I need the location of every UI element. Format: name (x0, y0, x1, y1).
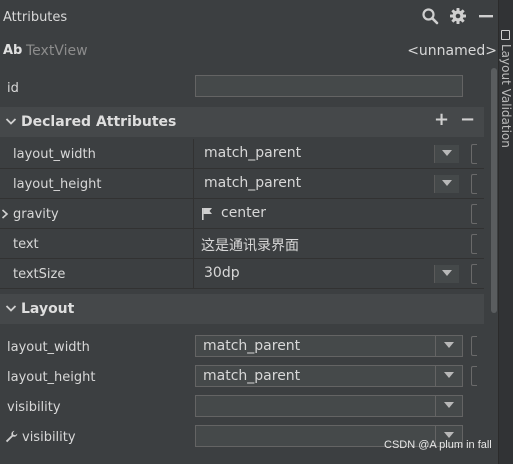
attr-value[interactable]: match_parent (204, 175, 301, 191)
dropdown-arrow-button[interactable] (434, 265, 459, 283)
remove-attribute-button[interactable]: − (460, 111, 475, 129)
resource-picker-button[interactable] (471, 144, 477, 164)
panel-title-bar: Attributes (0, 0, 498, 34)
attr-label: text (13, 237, 39, 252)
attr-label: layout_width (13, 147, 96, 162)
panel-title: Attributes (3, 10, 68, 25)
chevron-down-icon (444, 372, 454, 378)
attr-label: visibility (7, 400, 61, 415)
chevron-down-icon (444, 402, 454, 408)
resource-picker-button[interactable] (471, 204, 477, 224)
attr-label: layout_height (7, 370, 96, 385)
attr-label: gravity (13, 207, 59, 222)
watermark: CSDN @A plum in fall (384, 439, 492, 451)
layout-validation-tab[interactable]: Layout Validation (498, 0, 513, 464)
panel-scrollbar[interactable] (490, 68, 498, 464)
search-icon[interactable] (421, 7, 439, 25)
combo-value: match_parent (203, 368, 301, 384)
chevron-down-icon[interactable] (5, 115, 17, 127)
wrench-icon (5, 430, 18, 443)
layout-validation-label: Layout Validation (499, 44, 513, 148)
resource-picker-button[interactable] (471, 366, 477, 386)
attr-value[interactable]: 这是通讯录界面 (201, 235, 299, 255)
attr-label: layout_width (7, 340, 90, 355)
declared-attributes-title: Declared Attributes (21, 114, 177, 130)
chevron-down-icon[interactable] (5, 302, 17, 314)
layout-row-visibility: visibility (0, 392, 484, 422)
widget-type: TextView (26, 43, 88, 59)
chevron-down-icon (444, 342, 454, 348)
dropdown-arrow-button[interactable] (434, 145, 459, 163)
dropdown-arrow-button[interactable] (435, 396, 462, 416)
declared-row-layout-height[interactable]: layout_height match_parent (0, 169, 484, 199)
visibility-combo[interactable] (195, 395, 463, 417)
resource-picker-button[interactable] (471, 234, 477, 254)
chevron-down-icon (442, 150, 452, 156)
layout-width-combo[interactable]: match_parent (195, 335, 463, 357)
chevron-right-icon[interactable] (1, 209, 9, 219)
attr-label: layout_height (13, 177, 102, 192)
layout-validation-icon (501, 30, 510, 40)
declared-row-textsize[interactable]: textSize 30dp (0, 259, 484, 289)
declared-row-layout-width[interactable]: layout_width match_parent (0, 139, 484, 169)
resource-picker-button[interactable] (471, 264, 477, 284)
id-label: id (7, 81, 19, 96)
layout-height-combo[interactable]: match_parent (195, 365, 463, 387)
resource-picker-button[interactable] (471, 336, 477, 356)
id-row: id (0, 72, 490, 104)
dropdown-arrow-button[interactable] (435, 336, 462, 356)
widget-info-row: Ab TextView <unnamed> (0, 34, 498, 68)
combo-value: match_parent (203, 338, 301, 354)
dropdown-arrow-button[interactable] (435, 366, 462, 386)
chevron-down-icon (444, 432, 454, 438)
flag-icon[interactable] (201, 207, 213, 220)
id-input[interactable] (195, 75, 463, 97)
scroll-thumb[interactable] (491, 68, 497, 313)
minimize-icon[interactable] (477, 7, 495, 25)
dropdown-arrow-button[interactable] (434, 175, 459, 193)
widget-id: <unnamed> (407, 43, 497, 59)
chevron-down-icon (442, 270, 452, 276)
declared-attributes-header[interactable]: Declared Attributes + − (0, 107, 484, 137)
add-attribute-button[interactable]: + (434, 111, 449, 129)
attr-label: textSize (13, 267, 66, 282)
layout-row-layout-width: layout_width match_parent (0, 332, 484, 362)
declared-row-gravity[interactable]: gravity center (0, 199, 484, 229)
resource-picker-button[interactable] (471, 174, 477, 194)
textview-icon: Ab (3, 43, 23, 58)
attr-value[interactable]: center (221, 205, 266, 221)
layout-row-layout-height: layout_height match_parent (0, 362, 484, 392)
layout-section-title: Layout (21, 301, 75, 317)
attr-value[interactable]: match_parent (204, 145, 301, 161)
chevron-down-icon (442, 180, 452, 186)
attr-value[interactable]: 30dp (204, 265, 240, 281)
declared-row-text[interactable]: text 这是通讯录界面 (0, 229, 484, 259)
gear-icon[interactable] (449, 7, 467, 25)
attributes-panel: Attributes Ab TextView <unnamed> id Decl… (0, 0, 498, 464)
attr-label: visibility (22, 430, 76, 445)
layout-section-header[interactable]: Layout (0, 294, 484, 324)
